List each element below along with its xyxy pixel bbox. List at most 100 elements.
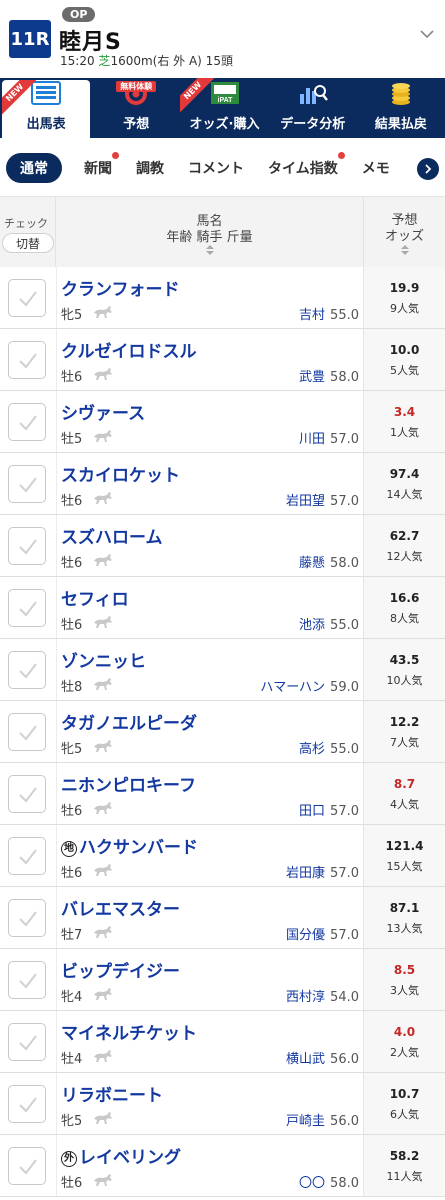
horse-row: タガノエルピーダ 牝5 高杉 55.0 12.2 7人気 <box>0 701 445 763</box>
horse-row: スズハローム 牡6 藤懸 58.0 62.7 12人気 <box>0 515 445 577</box>
horse-name-link[interactable]: セフィロ <box>61 585 129 610</box>
name-column-header[interactable]: 馬名 年齢 騎手 斤量 <box>56 197 363 267</box>
horse-checkbox[interactable] <box>8 279 46 317</box>
horse-checkbox[interactable] <box>8 527 46 565</box>
sex-age: 牡6 <box>61 556 83 571</box>
horse-name-link[interactable]: リラボニート <box>61 1081 163 1106</box>
jockey-info[interactable]: ハマーハン 59.0 <box>260 676 359 695</box>
jockey-info[interactable]: 高杉 55.0 <box>299 738 359 757</box>
popularity-rank: 3人気 <box>390 984 419 997</box>
horse-name: ハクサンバード <box>79 838 198 858</box>
scroll-right-button[interactable] <box>417 158 439 180</box>
horse-checkbox[interactable] <box>8 341 46 379</box>
popularity-rank: 14人気 <box>386 488 423 501</box>
horse-name-link[interactable]: ビップデイジー <box>61 957 180 982</box>
chevron-down-icon[interactable] <box>419 26 435 42</box>
column-divider <box>56 1073 57 1134</box>
horse-name-link[interactable]: ゾンニッヒ <box>61 647 146 672</box>
jockey-info[interactable]: 吉村 55.0 <box>299 304 359 323</box>
carried-weight: 56.0 <box>330 1052 359 1067</box>
horse-checkbox[interactable] <box>8 589 46 627</box>
predicted-odds: 58.2 <box>389 1149 420 1163</box>
jockey-info[interactable]: 横山武 56.0 <box>286 1048 359 1067</box>
race-number-badge: 11R <box>9 20 51 58</box>
jockey-name: ハマーハン <box>260 680 326 695</box>
horse-checkbox[interactable] <box>8 1023 46 1061</box>
horse-name-link[interactable]: タガノエルピーダ <box>61 709 197 734</box>
jockey-name: 岩田望 <box>286 494 326 509</box>
check-icon <box>19 601 37 617</box>
column-divider <box>56 515 57 576</box>
jockey-info[interactable]: 岩田康 57.0 <box>286 862 359 881</box>
horse-name-link[interactable]: クランフォード <box>61 275 180 300</box>
horse-checkbox[interactable] <box>8 961 46 999</box>
jockey-info[interactable]: 武豊 58.0 <box>299 366 359 385</box>
tab-1[interactable]: 新聞 <box>84 152 119 178</box>
main-nav-item-4[interactable]: 結果払戻 <box>357 78 445 138</box>
odds-cell: 121.4 15人気 <box>363 825 445 886</box>
main-nav-item-3[interactable]: データ分析 <box>269 78 357 138</box>
main-nav-item-1[interactable]: 無料体験 予想 <box>92 78 180 138</box>
race-time: 15:20 <box>60 54 95 68</box>
jockey-info[interactable]: 池添 55.0 <box>299 614 359 633</box>
jockey-info[interactable]: 岩田望 57.0 <box>286 490 359 509</box>
column-divider <box>56 825 57 886</box>
popularity-rank: 15人気 <box>386 860 423 873</box>
jockey-info[interactable]: 戸崎圭 56.0 <box>286 1110 359 1129</box>
sort-icon <box>205 245 214 255</box>
jockey-name: 田口 <box>299 804 326 819</box>
check-icon <box>19 539 37 555</box>
horse-name: ゾンニッヒ <box>61 652 146 672</box>
odds-cell: 10.7 6人気 <box>363 1073 445 1134</box>
horse-checkbox[interactable] <box>8 1147 46 1185</box>
tab-4[interactable]: タイム指数 <box>268 152 345 178</box>
horse-name-link[interactable]: マイネルチケット <box>61 1019 197 1044</box>
horse-checkbox[interactable] <box>8 775 46 813</box>
tab-0[interactable]: 通常 <box>6 153 62 183</box>
horse-checkbox[interactable] <box>8 403 46 441</box>
toggle-button[interactable]: 切替 <box>2 233 54 253</box>
jockey-info[interactable]: 〇〇 58.0 <box>299 1172 359 1191</box>
horse-checkbox[interactable] <box>8 465 46 503</box>
tab-2[interactable]: 調教 <box>136 158 164 178</box>
new-ribbon: NEW <box>180 78 215 112</box>
horse-checkbox[interactable] <box>8 651 46 689</box>
horse-name-link[interactable]: スズハローム <box>61 523 163 548</box>
jockey-info[interactable]: 藤懸 58.0 <box>299 552 359 571</box>
horse-icon <box>94 368 112 380</box>
horse-name-link[interactable]: 外レイベリング <box>61 1143 181 1168</box>
horse-checkbox[interactable] <box>8 713 46 751</box>
horse-checkbox[interactable] <box>8 837 46 875</box>
horse-name-link[interactable]: クルゼイロドスル <box>61 337 197 362</box>
main-nav-item-0[interactable]: NEW 出馬表 <box>2 80 91 138</box>
jockey-name: 戸崎圭 <box>286 1114 326 1129</box>
jockey-info[interactable]: 西村淳 54.0 <box>286 986 359 1005</box>
race-info: 15:20 芝1600m(右 外 A) 15頭 <box>60 52 233 69</box>
horse-name-link[interactable]: スカイロケット <box>61 461 180 486</box>
sex-age: 牝5 <box>61 742 83 757</box>
horse-icon <box>94 864 112 876</box>
popularity-rank: 11人気 <box>386 1170 423 1183</box>
column-divider <box>56 763 57 824</box>
horse-name-link[interactable]: バレエマスター <box>61 895 180 920</box>
horse-name-link[interactable]: シヴァース <box>61 399 145 424</box>
horse-icon <box>94 802 112 814</box>
tab-label: メモ <box>361 161 390 177</box>
jockey-info[interactable]: 田口 57.0 <box>299 800 359 819</box>
horse-checkbox[interactable] <box>8 899 46 937</box>
horse-row: ゾンニッヒ 牡8 ハマーハン 59.0 43.5 10人気 <box>0 639 445 701</box>
predicted-odds: 8.7 <box>393 777 416 791</box>
tab-5[interactable]: メモ <box>362 158 390 178</box>
jockey-info[interactable]: 川田 57.0 <box>299 428 359 447</box>
odds-column-header[interactable]: 予想 オッズ <box>363 197 445 267</box>
main-nav-item-2[interactable]: NEW iPAT オッズ·購入 <box>180 78 268 138</box>
horse-row: クランフォード 牝5 吉村 55.0 19.9 9人気 <box>0 267 445 329</box>
horse-name-link[interactable]: ニホンピロキーフ <box>61 771 196 796</box>
jockey-name: 藤懸 <box>299 556 326 571</box>
predicted-odds: 97.4 <box>389 467 420 481</box>
horse-icon <box>94 740 112 752</box>
jockey-info[interactable]: 国分優 57.0 <box>286 924 359 943</box>
horse-checkbox[interactable] <box>8 1085 46 1123</box>
tab-3[interactable]: コメント <box>188 158 244 178</box>
horse-name-link[interactable]: 地ハクサンバード <box>61 833 198 858</box>
